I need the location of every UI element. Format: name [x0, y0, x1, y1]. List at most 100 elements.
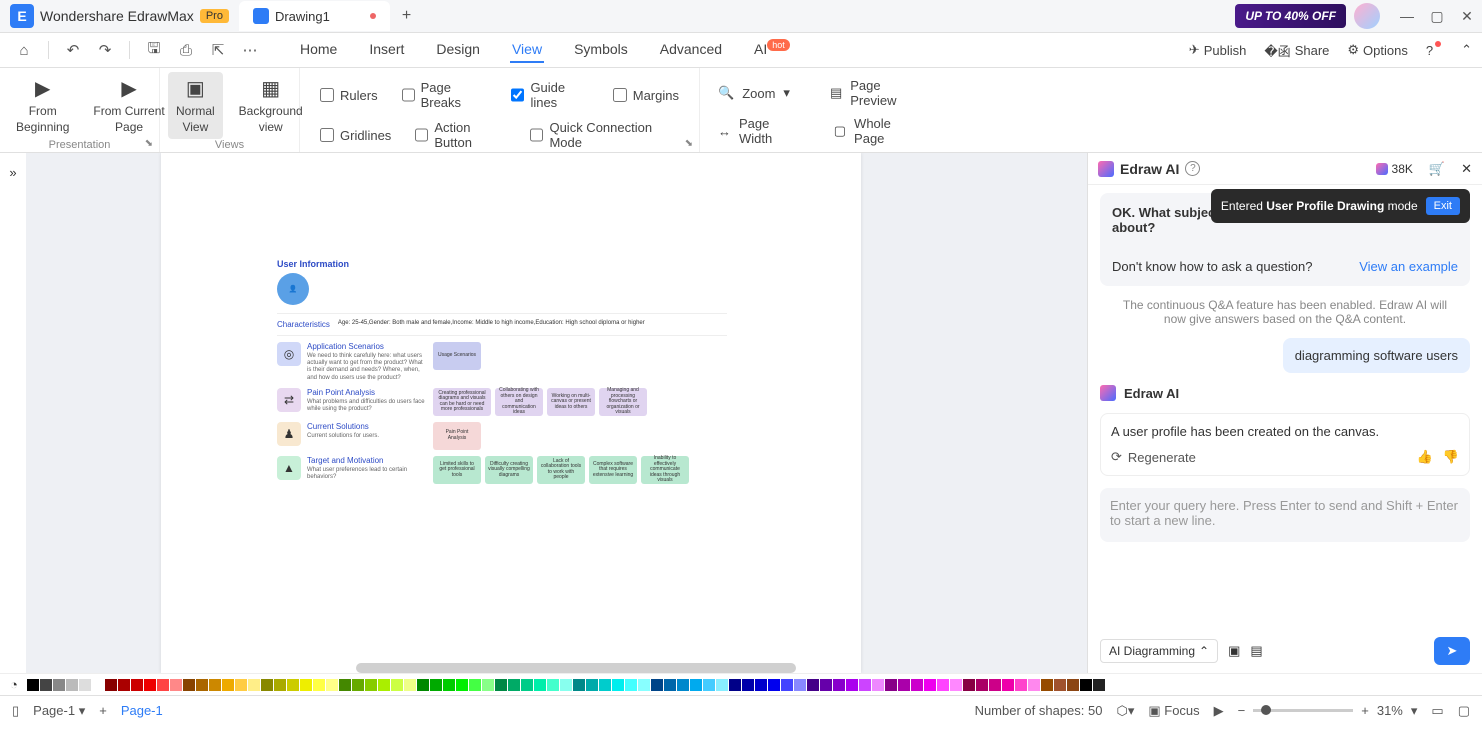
- color-swatch[interactable]: [898, 679, 910, 691]
- whole-page-button[interactable]: ▢Whole Page: [834, 116, 912, 146]
- color-swatch[interactable]: [1054, 679, 1066, 691]
- color-swatch[interactable]: [66, 679, 78, 691]
- color-swatch[interactable]: [651, 679, 663, 691]
- color-swatch[interactable]: [1028, 679, 1040, 691]
- fit-page-icon[interactable]: ▢: [1458, 703, 1470, 719]
- color-swatch[interactable]: [586, 679, 598, 691]
- menu-insert[interactable]: Insert: [367, 37, 406, 63]
- page-preview-button[interactable]: ▤Page Preview: [830, 78, 912, 108]
- zoom-level[interactable]: 31%: [1377, 703, 1403, 718]
- color-swatch[interactable]: [768, 679, 780, 691]
- menu-advanced[interactable]: Advanced: [658, 37, 724, 63]
- more-icon[interactable]: ⋯: [236, 36, 264, 64]
- color-swatch[interactable]: [846, 679, 858, 691]
- print-icon[interactable]: ⎙: [172, 36, 200, 64]
- zoom-in-button[interactable]: +: [1361, 703, 1369, 718]
- export-icon[interactable]: ⇱: [204, 36, 232, 64]
- color-swatch[interactable]: [742, 679, 754, 691]
- normal-view-button[interactable]: ▣Normal View: [168, 72, 223, 139]
- color-swatch[interactable]: [105, 679, 117, 691]
- view-example-link[interactable]: View an example: [1359, 259, 1458, 274]
- color-swatch[interactable]: [547, 679, 559, 691]
- close-panel-icon[interactable]: ✕: [1461, 161, 1472, 177]
- dialog-launcher-icon[interactable]: ⬊: [145, 138, 153, 149]
- dialog-launcher-icon[interactable]: ⬊: [685, 138, 693, 149]
- color-swatch[interactable]: [1093, 679, 1105, 691]
- color-swatch[interactable]: [235, 679, 247, 691]
- menu-symbols[interactable]: Symbols: [572, 37, 630, 63]
- zoom-button[interactable]: 🔍Zoom▾: [718, 78, 790, 108]
- card[interactable]: Managing and processing flowcharts or or…: [599, 388, 647, 416]
- color-swatch[interactable]: [170, 679, 182, 691]
- zoom-slider[interactable]: [1253, 709, 1353, 712]
- color-swatch[interactable]: [534, 679, 546, 691]
- canvas[interactable]: User Information 👤 Characteristics Age: …: [26, 153, 1087, 673]
- color-swatch[interactable]: [92, 679, 104, 691]
- color-swatch[interactable]: [1041, 679, 1053, 691]
- save-icon[interactable]: 🖫: [140, 36, 168, 64]
- card[interactable]: Creating professional diagrams and visua…: [433, 388, 491, 416]
- color-swatch[interactable]: [404, 679, 416, 691]
- from-beginning-button[interactable]: ▶From Beginning: [8, 72, 77, 139]
- card[interactable]: Working on multi-canvas or present ideas…: [547, 388, 595, 416]
- guide-lines-checkbox[interactable]: Guide lines: [511, 80, 588, 110]
- color-swatch[interactable]: [508, 679, 520, 691]
- color-swatch[interactable]: [924, 679, 936, 691]
- layers-icon[interactable]: ⬡▾: [1116, 703, 1134, 719]
- color-swatch[interactable]: [261, 679, 273, 691]
- color-swatch[interactable]: [79, 679, 91, 691]
- color-swatch[interactable]: [781, 679, 793, 691]
- color-swatch[interactable]: [794, 679, 806, 691]
- fit-width-icon[interactable]: ▭: [1431, 703, 1443, 719]
- publish-button[interactable]: ✈Publish: [1189, 42, 1247, 58]
- color-swatch[interactable]: [976, 679, 988, 691]
- color-swatch[interactable]: [287, 679, 299, 691]
- attach-icon[interactable]: ▣: [1228, 643, 1240, 659]
- color-swatch[interactable]: [950, 679, 962, 691]
- focus-button[interactable]: ▣ Focus: [1148, 703, 1199, 719]
- doc-icon[interactable]: ▤: [1250, 643, 1262, 659]
- color-swatch[interactable]: [456, 679, 468, 691]
- thumbs-up-icon[interactable]: 👍: [1417, 449, 1433, 465]
- action-button-checkbox[interactable]: Action Button: [415, 120, 506, 150]
- card[interactable]: Inability to effectively communicate ide…: [641, 456, 689, 484]
- color-swatch[interactable]: [131, 679, 143, 691]
- options-button[interactable]: ⚙Options: [1347, 42, 1407, 58]
- expand-panel-icon[interactable]: »: [9, 165, 16, 180]
- color-swatch[interactable]: [937, 679, 949, 691]
- color-swatch[interactable]: [469, 679, 481, 691]
- menu-design[interactable]: Design: [434, 37, 482, 63]
- page-width-button[interactable]: ↔Page Width: [718, 116, 794, 146]
- color-swatch[interactable]: [157, 679, 169, 691]
- color-swatch[interactable]: [1067, 679, 1079, 691]
- color-swatch[interactable]: [911, 679, 923, 691]
- cart-icon[interactable]: 🛒: [1429, 161, 1445, 177]
- color-swatch[interactable]: [482, 679, 494, 691]
- color-swatch[interactable]: [599, 679, 611, 691]
- color-swatch[interactable]: [183, 679, 195, 691]
- help-button[interactable]: ?: [1426, 43, 1443, 58]
- color-swatch[interactable]: [664, 679, 676, 691]
- color-swatch[interactable]: [27, 679, 39, 691]
- color-swatch[interactable]: [573, 679, 585, 691]
- color-swatch[interactable]: [40, 679, 52, 691]
- color-swatch[interactable]: [118, 679, 130, 691]
- promo-banner[interactable]: UP TO 40% OFF: [1235, 4, 1346, 28]
- color-swatch[interactable]: [859, 679, 871, 691]
- color-swatch[interactable]: [963, 679, 975, 691]
- play-icon[interactable]: ▶: [1214, 703, 1224, 719]
- page-select[interactable]: Page-1 ▾: [33, 703, 85, 719]
- color-swatch[interactable]: [807, 679, 819, 691]
- exit-mode-button[interactable]: Exit: [1426, 197, 1460, 215]
- color-swatch[interactable]: [209, 679, 221, 691]
- card[interactable]: Usage Scenarios: [433, 342, 481, 370]
- undo-icon[interactable]: ↶: [59, 36, 87, 64]
- thumbs-down-icon[interactable]: 👎: [1443, 449, 1459, 465]
- color-swatch[interactable]: [885, 679, 897, 691]
- card[interactable]: Pain Point Analysis: [433, 422, 481, 450]
- ai-mode-select[interactable]: AI Diagramming ⌃: [1100, 639, 1218, 663]
- color-swatch[interactable]: [625, 679, 637, 691]
- card[interactable]: Difficulty creating visually compelling …: [485, 456, 533, 484]
- regenerate-button[interactable]: Regenerate: [1128, 450, 1196, 465]
- eyedropper-icon[interactable]: ◔: [10, 677, 18, 692]
